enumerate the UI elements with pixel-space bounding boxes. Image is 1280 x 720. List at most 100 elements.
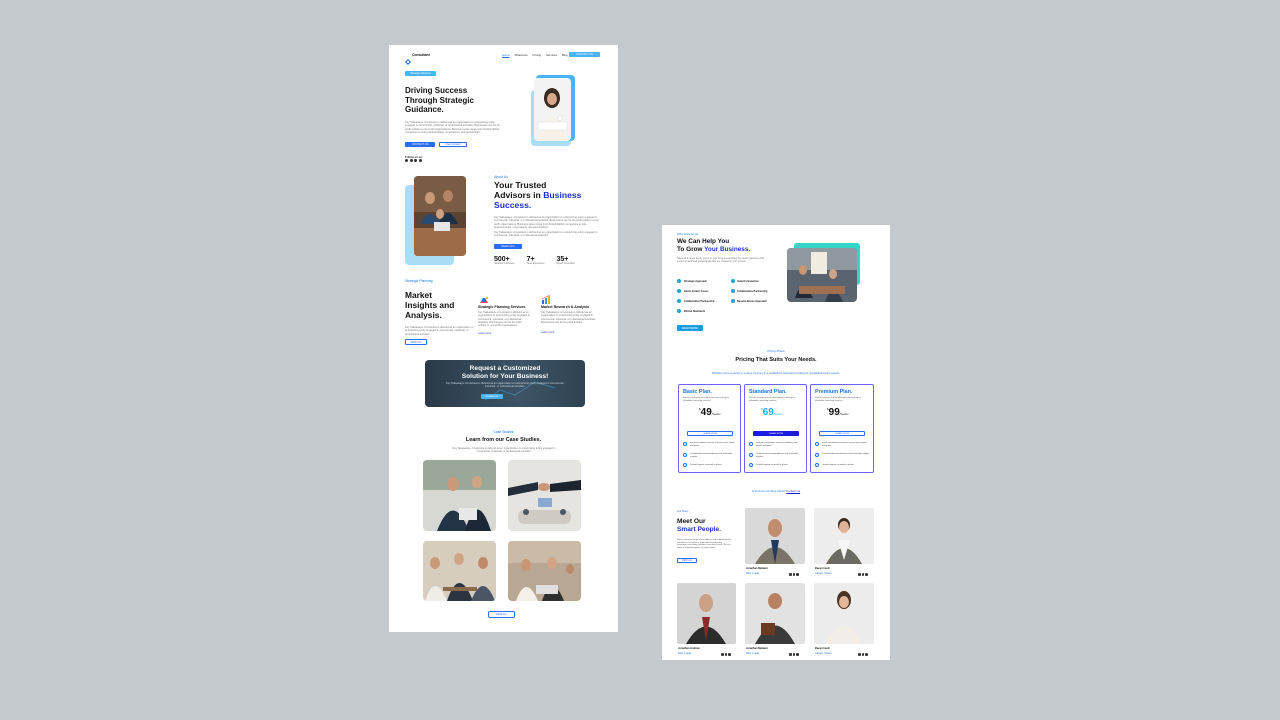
plan-learn-more-button[interactable]: LEARN MORE — [819, 431, 865, 436]
check-circle-icon — [683, 453, 688, 458]
team-title-line1: Meet Our — [677, 518, 706, 525]
insights-description: Key Takeaways: A business is defined as … — [405, 326, 474, 336]
twitter-icon[interactable] — [409, 159, 413, 162]
check-icon — [731, 279, 735, 283]
plan-feature: Limited support via email or phone — [822, 464, 854, 466]
main-nav: Home Whatsnew Pricing Services Blog — [502, 53, 567, 57]
case-study-image-3[interactable] — [423, 541, 496, 601]
banner-contact-button[interactable]: Contact Us — [481, 394, 503, 399]
case-study-image-4[interactable] — [508, 541, 581, 601]
facebook-icon[interactable] — [789, 573, 792, 576]
twitter-icon[interactable] — [792, 573, 795, 576]
nav-home[interactable]: Home — [502, 53, 509, 57]
team-title: Meet Our Smart People. — [677, 518, 721, 534]
cases-description: Key Takeaways: A business is defined as … — [452, 447, 556, 454]
cases-view-all-button[interactable]: VIEW ALL — [488, 611, 515, 618]
linkedin-icon[interactable] — [865, 653, 868, 656]
case-study-image-1[interactable] — [423, 460, 496, 531]
stat-label: Years Experience — [526, 263, 545, 265]
twitter-icon[interactable] — [792, 653, 795, 656]
nav-contact-button[interactable]: CONTACT US — [569, 52, 600, 57]
nav-pricing[interactable]: Pricing — [533, 53, 542, 57]
about-title: Your Trusted Advisors in Business Succes… — [494, 180, 581, 210]
team-view-all-button[interactable]: VIEW ALL — [677, 558, 697, 563]
pricing-contact-link[interactable]: Contact Us — [786, 489, 800, 493]
about-read-more-button[interactable]: Read more — [494, 244, 522, 249]
check-circle-icon — [683, 463, 688, 468]
check-circle-icon — [749, 453, 754, 458]
team-member-social — [858, 573, 868, 576]
nav-whatsnew[interactable]: Whatsnew — [514, 53, 527, 57]
research-icon — [541, 292, 555, 304]
hero-consult-button[interactable]: Free Consult — [439, 142, 467, 147]
case-study-image-2[interactable] — [508, 460, 581, 531]
twitter-icon[interactable] — [861, 573, 864, 576]
stat-value: 35+ — [556, 256, 569, 263]
twitter-icon[interactable] — [724, 653, 727, 656]
why-title: We Can Help You To Grow Your Business. — [677, 238, 750, 254]
facebook-icon[interactable] — [721, 653, 724, 656]
plan-feature: Customized personalization and actionabl… — [822, 453, 870, 455]
insights-view-all-button[interactable]: VIEW ALL — [405, 339, 427, 345]
hero-contact-button[interactable]: CONTACT US — [405, 142, 435, 147]
why-read-more-button[interactable]: READ MORE — [677, 325, 703, 331]
why-feature-4: Collaborative Partnership — [737, 289, 768, 293]
about-paragraph-1: Key Takeaways: A business is defined as … — [494, 216, 600, 229]
service-title-2: Market Research & Analysis — [541, 305, 590, 309]
team-member-photo[interactable] — [745, 508, 805, 564]
team-member-photo[interactable] — [814, 583, 874, 644]
team-title-highlight: Smart People. — [677, 526, 721, 533]
team-member-name: Jonathan Matiwer — [746, 567, 768, 570]
brand-name[interactable]: Consultant — [412, 53, 430, 57]
twitter-icon[interactable] — [861, 653, 864, 656]
team-member-photo[interactable] — [745, 583, 805, 644]
linkedin-icon[interactable] — [865, 573, 868, 576]
check-circle-icon — [815, 442, 820, 447]
plan-price: $ 49 /Session — [699, 407, 721, 418]
team-member-photo[interactable] — [814, 508, 874, 564]
team-member-name: Jonathan Andrew — [678, 647, 700, 650]
plan-learn-more-button[interactable]: LEARN MORE — [753, 431, 799, 436]
team-member-name: Baeyn Huch — [815, 567, 830, 570]
check-circle-icon — [815, 453, 820, 458]
hero-title: Driving Success Through Strategic Guidan… — [405, 86, 474, 115]
linkedin-icon[interactable] — [728, 653, 731, 656]
about-title-line2: Advisors in — [494, 190, 541, 200]
hero-description: Key Takeaways: A business is defined as … — [405, 121, 501, 134]
check-circle-icon — [749, 442, 754, 447]
facebook-icon[interactable] — [858, 653, 861, 656]
about-label: About Us — [494, 175, 508, 179]
banner-title-line1: Request a Customized — [469, 365, 541, 372]
about-paragraph-2: Key Takeaways: A business is defined as … — [494, 231, 598, 238]
plan-period: /Session — [773, 414, 783, 416]
about-title-line1: Your Trusted — [494, 180, 547, 190]
about-title-highlight1: Business — [543, 190, 582, 200]
plan-learn-more-button[interactable]: LEARN MORE — [687, 431, 733, 436]
banner-title-line2: Solution for Your Business! — [461, 372, 549, 380]
insights-title-line1: Market — [405, 290, 432, 300]
nav-services[interactable]: Services — [546, 53, 557, 57]
plan-feature: In-depth consultation session to address… — [756, 442, 798, 447]
plan-name: Standard Plan. — [749, 389, 787, 395]
why-feature-1: Strategic Approach — [684, 279, 707, 283]
why-title-highlight: Your Business. — [704, 246, 751, 253]
linkedin-icon[interactable] — [796, 653, 799, 656]
plan-amount: 99 — [828, 407, 840, 418]
facebook-icon[interactable] — [405, 159, 408, 162]
service-link-2[interactable]: Learn more — [541, 331, 554, 334]
check-icon — [731, 299, 735, 303]
hero-badge: Strategic Advisors — [405, 71, 436, 76]
linkedin-icon[interactable] — [418, 159, 422, 162]
nav-blog[interactable]: Blog — [562, 53, 568, 57]
facebook-icon[interactable] — [789, 653, 792, 656]
service-link-1[interactable]: Learn more — [478, 332, 491, 335]
team-member-photo[interactable] — [677, 583, 736, 644]
linkedin-icon[interactable] — [796, 573, 799, 576]
pricing-footer: Is such as our three plans? Contact Us — [662, 489, 890, 493]
instagram-icon[interactable] — [414, 159, 417, 162]
why-meeting-photo — [787, 248, 857, 302]
facebook-icon[interactable] — [858, 573, 861, 576]
plan-name: Basic Plan. — [683, 389, 712, 395]
check-icon — [677, 299, 681, 303]
hero-woman-photo — [534, 78, 571, 141]
